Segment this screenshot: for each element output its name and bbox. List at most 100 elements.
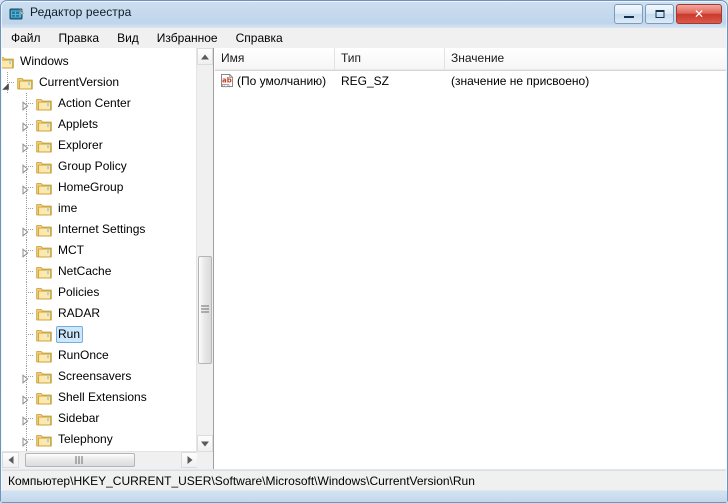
tree-node-explorer[interactable]: Explorer xyxy=(2,135,198,156)
tree-vertical-scrollbar[interactable] xyxy=(196,48,213,452)
tree-node-label: Group Policy xyxy=(58,159,127,173)
tree-vertical-scroll-thumb[interactable] xyxy=(198,256,212,364)
tree-node-currentversion[interactable]: CurrentVersion xyxy=(2,72,198,93)
tree-viewport: Windows CurrentVersion Action Center Applet… xyxy=(2,48,198,452)
tree-node-shell-extensions[interactable]: Shell Extensions xyxy=(2,387,198,408)
tree-node-label: Sidebar xyxy=(58,411,100,425)
tree-elbow-line xyxy=(26,334,34,335)
tree-list: Windows CurrentVersion Action Center Applet… xyxy=(2,51,198,452)
tree-node-applets[interactable]: Applets xyxy=(2,114,198,135)
scroll-up-button[interactable] xyxy=(197,48,213,65)
tree-elbow-line xyxy=(26,313,34,314)
window-controls: ✕ xyxy=(614,4,722,24)
tree-twisty[interactable] xyxy=(17,177,36,198)
menu-view[interactable]: Вид xyxy=(108,29,148,48)
column-header-name[interactable]: Имя xyxy=(215,48,335,70)
title-bar[interactable]: Редактор реестра ✕ xyxy=(1,1,727,27)
tree-node-label: CurrentVersion xyxy=(39,75,120,89)
folder-icon xyxy=(36,265,52,279)
folder-icon xyxy=(36,181,52,195)
close-button[interactable]: ✕ xyxy=(676,4,722,24)
expand-arrow-icon[interactable] xyxy=(22,224,29,237)
tree-node-screensavers[interactable]: Screensavers xyxy=(2,366,198,387)
tree-twisty[interactable] xyxy=(17,240,36,261)
tree-node-policies[interactable]: Policies xyxy=(2,282,198,303)
tree-node-run[interactable]: Run xyxy=(2,324,198,345)
tree-node-homegroup[interactable]: HomeGroup xyxy=(2,177,198,198)
expand-arrow-icon[interactable] xyxy=(22,434,29,447)
menu-help[interactable]: Справка xyxy=(227,29,292,48)
tree-node-label: Applets xyxy=(58,117,99,131)
menu-edit[interactable]: Правка xyxy=(50,29,109,48)
tree-elbow-line xyxy=(26,271,34,272)
folder-icon xyxy=(2,55,14,69)
grip-icon xyxy=(75,456,85,464)
chevron-down-icon xyxy=(201,441,209,446)
menu-file[interactable]: Файл xyxy=(2,29,50,48)
menu-favorites[interactable]: Избранное xyxy=(148,29,227,48)
chevron-up-icon xyxy=(201,54,209,59)
minimize-button[interactable] xyxy=(614,4,643,24)
tree-node-sidebar[interactable]: Sidebar xyxy=(2,408,198,429)
tree-node-radar[interactable]: RADAR xyxy=(2,303,198,324)
client-area: Windows CurrentVersion Action Center Applet… xyxy=(2,48,726,469)
maximize-button[interactable] xyxy=(645,4,674,24)
folder-icon xyxy=(36,118,52,132)
column-header-value[interactable]: Значение xyxy=(445,48,726,70)
tree-node-telephony[interactable]: Telephony xyxy=(2,429,198,450)
tree-twisty[interactable] xyxy=(17,345,36,366)
registry-tree-pane: Windows CurrentVersion Action Center Applet… xyxy=(2,48,214,469)
expand-arrow-icon[interactable] xyxy=(22,182,29,195)
table-row[interactable]: ab (По умолчанию) REG_SZ (значение не пр… xyxy=(215,70,726,92)
tree-twisty[interactable] xyxy=(17,114,36,135)
expand-arrow-icon[interactable] xyxy=(22,371,29,384)
tree-twisty[interactable] xyxy=(17,366,36,387)
tree-twisty[interactable] xyxy=(17,387,36,408)
tree-node-label: Policies xyxy=(58,285,100,299)
tree-twisty[interactable] xyxy=(17,135,36,156)
folder-icon xyxy=(36,202,52,216)
tree-twisty[interactable] xyxy=(17,429,36,450)
expand-arrow-icon[interactable] xyxy=(22,161,29,174)
tree-node-ime[interactable]: ime xyxy=(2,198,198,219)
collapse-arrow-icon[interactable] xyxy=(2,78,10,90)
tree-twisty[interactable] xyxy=(17,282,36,303)
expand-arrow-icon[interactable] xyxy=(22,245,29,258)
tree-twisty[interactable] xyxy=(17,93,36,114)
registry-values-pane: Имя Тип Значение ab (По умолчанию) REG_S… xyxy=(215,48,726,469)
tree-twisty[interactable] xyxy=(17,156,36,177)
scroll-down-button[interactable] xyxy=(197,435,213,452)
tree-node-netcache[interactable]: NetCache xyxy=(2,261,198,282)
tree-node-label: Explorer xyxy=(58,138,103,152)
tree-twisty[interactable] xyxy=(17,219,36,240)
tree-twisty[interactable] xyxy=(17,324,36,345)
tree-node-group-policy[interactable]: Group Policy xyxy=(2,156,198,177)
grip-icon xyxy=(201,305,209,315)
tree-node-windows[interactable]: Windows xyxy=(2,51,198,72)
tree-node-action-center[interactable]: Action Center xyxy=(2,93,198,114)
scroll-left-button[interactable] xyxy=(2,452,19,468)
expand-arrow-icon[interactable] xyxy=(22,119,29,132)
tree-twisty[interactable] xyxy=(17,408,36,429)
column-header-type[interactable]: Тип xyxy=(335,48,445,70)
tree-node-internet-settings[interactable]: Internet Settings xyxy=(2,219,198,240)
window-bottom-strip xyxy=(1,491,727,502)
scroll-right-button[interactable] xyxy=(181,452,198,468)
tree-twisty[interactable] xyxy=(17,261,36,282)
tree-node-runonce[interactable]: RunOnce xyxy=(2,345,198,366)
tree-node-mct[interactable]: MCT xyxy=(2,240,198,261)
value-type-cell: REG_SZ xyxy=(341,74,390,88)
tree-horizontal-scroll-thumb[interactable] xyxy=(25,453,135,467)
close-icon: ✕ xyxy=(693,7,705,21)
expand-arrow-icon[interactable] xyxy=(22,413,29,426)
tree-horizontal-scrollbar[interactable] xyxy=(2,451,198,469)
expand-arrow-icon[interactable] xyxy=(22,98,29,111)
tree-twisty[interactable] xyxy=(2,72,17,93)
expand-arrow-icon[interactable] xyxy=(22,140,29,153)
expand-arrow-icon[interactable] xyxy=(22,392,29,405)
tree-twisty[interactable] xyxy=(17,303,36,324)
value-data-cell: (значение не присвоено) xyxy=(451,74,590,88)
tree-twisty[interactable] xyxy=(17,198,36,219)
menu-bar: Файл Правка Вид Избранное Справка xyxy=(2,28,726,49)
folder-icon xyxy=(36,286,52,300)
